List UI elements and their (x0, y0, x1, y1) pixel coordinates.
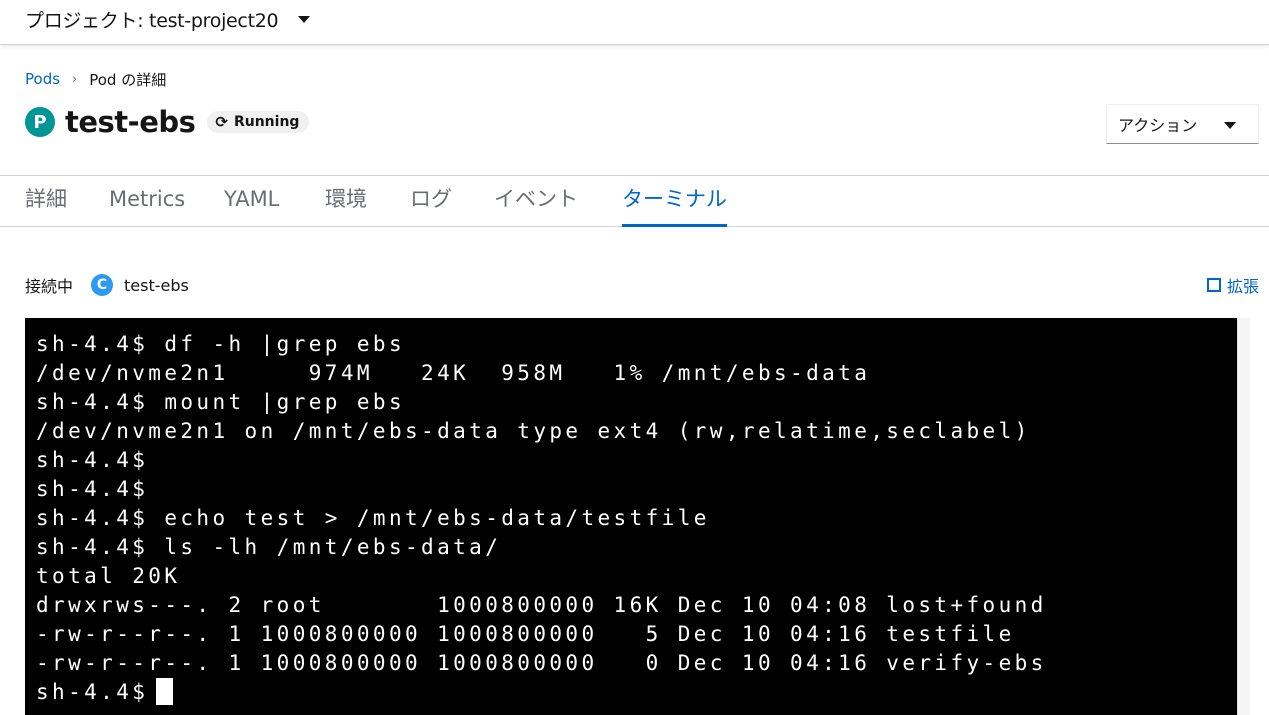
tab-details[interactable]: 詳細 (25, 176, 67, 226)
terminal-line: /dev/nvme2n1 on /mnt/ebs-data type ext4 … (36, 419, 1031, 443)
status-text: Running (233, 114, 300, 130)
container-badge: C (91, 274, 114, 296)
terminal-line: sh-4.4$ (36, 448, 149, 472)
terminal-line: drwxrws---. 2 root 1000800000 16K Dec 10… (36, 593, 1047, 617)
terminal-line: sh-4.4$ echo test > /mnt/ebs-data/testfi… (36, 506, 710, 530)
tab-metrics[interactable]: Metrics (109, 176, 185, 226)
terminal-console[interactable]: sh-4.4$ df -h |grep ebs /dev/nvme2n1 974… (25, 318, 1237, 715)
terminal-cursor (156, 678, 174, 705)
page-title: test-ebs (65, 105, 196, 139)
terminal-line: total 20K (36, 564, 181, 588)
tab-events[interactable]: イベント (494, 176, 578, 226)
tab-environment[interactable]: 環境 (325, 176, 367, 226)
project-label: プロジェクト: test-project20 (25, 9, 279, 32)
container-name: test-ebs (124, 275, 189, 295)
actions-label: アクション (1118, 116, 1198, 135)
breadcrumb: Pods › Pod の詳細 (25, 68, 166, 90)
terminal-line: -rw-r--r--. 1 1000800000 1000800000 5 De… (36, 622, 1015, 646)
expand-button[interactable]: 拡張 (1206, 273, 1259, 297)
pod-resource-badge: P (25, 107, 55, 137)
breadcrumb-current: Pod の詳細 (89, 70, 167, 89)
terminal-line: sh-4.4$ df -h |grep ebs (36, 332, 405, 356)
caret-down-icon (298, 15, 311, 23)
terminal-line: sh-4.4$ ls -lh /mnt/ebs-data/ (36, 535, 502, 559)
project-selector[interactable]: プロジェクト: test-project20 (25, 5, 311, 33)
terminal-prompt: sh-4.4$ (36, 680, 149, 704)
terminal-scrollbar[interactable] (1237, 318, 1250, 715)
top-bar: プロジェクト: test-project20 (0, 0, 1269, 45)
chevron-right-icon: › (72, 71, 78, 87)
terminal-line: sh-4.4$ mount |grep ebs (36, 390, 405, 414)
breadcrumb-pods-link[interactable]: Pods (25, 70, 60, 88)
terminal-line: -rw-r--r--. 1 1000800000 1000800000 0 De… (36, 651, 1047, 675)
sync-icon: ⟳ (215, 113, 228, 131)
terminal-line: /dev/nvme2n1 974M 24K 958M 1% /mnt/ebs-d… (36, 361, 871, 385)
actions-dropdown[interactable]: アクション (1106, 104, 1259, 144)
terminal-prompt-line[interactable]: sh-4.4$ (36, 678, 1237, 707)
status-badge: ⟳ Running (207, 111, 310, 133)
terminal-line: sh-4.4$ (36, 477, 149, 501)
page-title-row: P test-ebs ⟳ Running (25, 104, 310, 140)
connection-label: 接続中 (25, 277, 74, 296)
tab-yaml[interactable]: YAML (224, 176, 279, 226)
connection-row: 接続中 C test-ebs 拡張 (25, 272, 1259, 298)
tab-terminal[interactable]: ターミナル (622, 176, 727, 227)
tab-bar: 詳細 Metrics YAML 環境 ログ イベント ターミナル (0, 175, 1269, 227)
tab-logs[interactable]: ログ (410, 176, 452, 226)
expand-label: 拡張 (1226, 277, 1259, 296)
caret-down-icon (1224, 122, 1236, 129)
expand-icon (1206, 278, 1221, 292)
